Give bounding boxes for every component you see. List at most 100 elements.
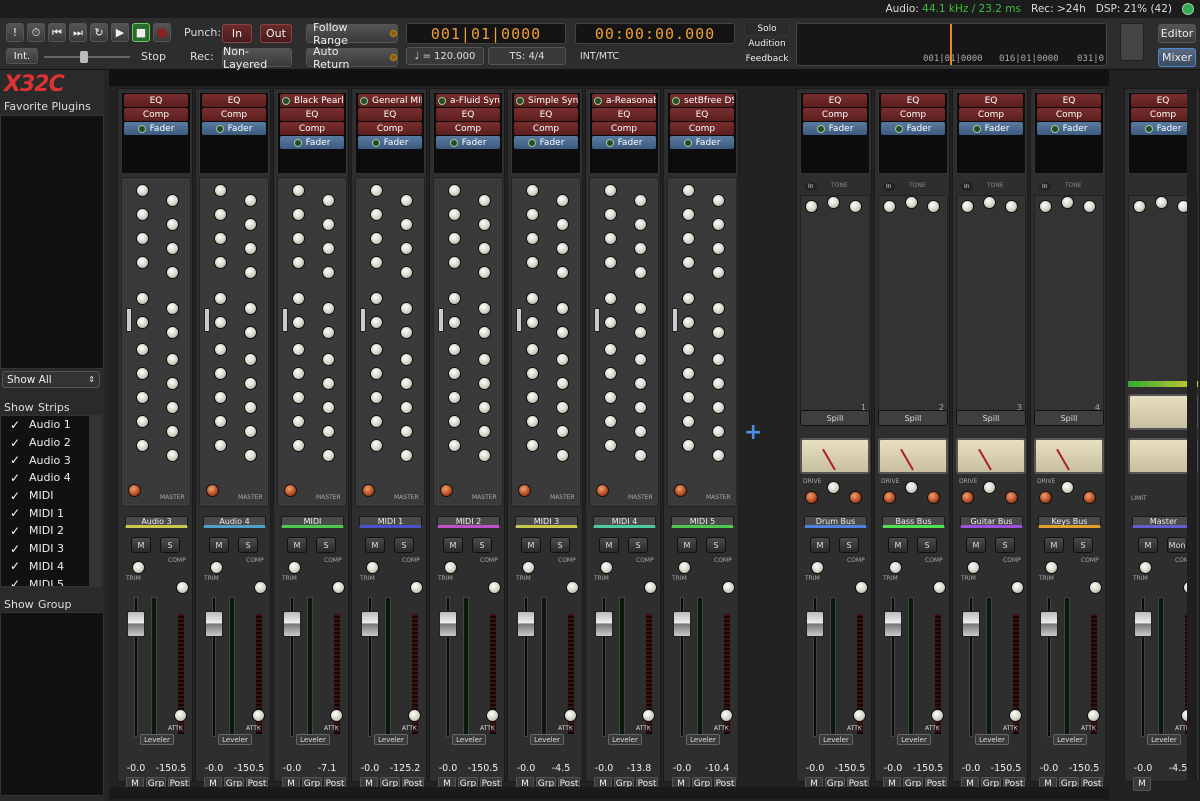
knob[interactable] <box>244 401 257 414</box>
mute-button[interactable]: M <box>966 537 986 553</box>
plugin-slot[interactable]: Fader <box>670 136 734 149</box>
mute-button[interactable]: M <box>131 537 151 553</box>
knob[interactable] <box>370 343 383 356</box>
knob[interactable] <box>136 232 149 245</box>
group-list[interactable] <box>0 612 104 796</box>
knob[interactable] <box>1155 196 1168 209</box>
gain-value[interactable]: -0.0 <box>879 761 907 775</box>
knob[interactable] <box>682 208 695 221</box>
knob[interactable] <box>136 343 149 356</box>
plugin-box[interactable]: EQ Comp Fader <box>800 92 870 174</box>
punch-in-button[interactable]: In <box>222 24 252 43</box>
plugin-slot[interactable]: Fader <box>280 136 344 149</box>
strip-list-item[interactable]: ✓ MIDI 2 <box>1 522 89 540</box>
knob[interactable] <box>370 184 383 197</box>
knob[interactable] <box>478 242 491 255</box>
strip-name-button[interactable]: MIDI 2 <box>437 516 500 528</box>
knob[interactable] <box>1061 196 1074 209</box>
knob[interactable] <box>556 194 569 207</box>
plugin-box[interactable]: EQ Comp Fader <box>878 92 948 174</box>
solo-strip-button[interactable]: S <box>706 537 726 553</box>
knob[interactable] <box>214 439 227 452</box>
add-strip-icon[interactable]: + <box>744 420 762 445</box>
knob[interactable] <box>322 302 335 315</box>
knob[interactable] <box>967 561 980 574</box>
knob[interactable] <box>556 218 569 231</box>
bbt-clock[interactable]: 001|01|0000 <box>406 23 566 44</box>
plugin-active-icon[interactable] <box>594 96 602 105</box>
strip-list-item[interactable]: ✓ MIDI 4 <box>1 558 89 576</box>
knob[interactable] <box>166 353 179 366</box>
plugin-slot[interactable]: Comp <box>514 122 578 135</box>
knob[interactable] <box>526 256 539 269</box>
knob[interactable] <box>556 425 569 438</box>
plugin-slot[interactable]: a-Reasonab <box>592 94 656 107</box>
mute-button[interactable]: M <box>209 537 229 553</box>
plugin-slot[interactable]: a-Fluid Synt <box>436 94 500 107</box>
knob[interactable] <box>518 484 531 497</box>
knob[interactable] <box>805 491 818 504</box>
knob[interactable] <box>678 561 691 574</box>
knob[interactable] <box>400 218 413 231</box>
knob[interactable] <box>210 561 223 574</box>
knob[interactable] <box>292 208 305 221</box>
plugin-active-icon[interactable] <box>816 124 825 133</box>
knob[interactable] <box>931 709 944 722</box>
knob[interactable] <box>214 391 227 404</box>
filter-switch[interactable] <box>204 308 210 332</box>
gain-value[interactable]: -0.0 <box>957 761 985 775</box>
knob[interactable] <box>853 709 866 722</box>
knob[interactable] <box>400 401 413 414</box>
knob[interactable] <box>526 292 539 305</box>
knob[interactable] <box>682 184 695 197</box>
knob[interactable] <box>712 242 725 255</box>
plugin-box[interactable]: Black Pearl EQ Comp Fader <box>277 92 347 174</box>
strips-list[interactable]: ✓ Audio 1 ✓ Audio 2 ✓ Audio 3 ✓ Audio 4 ✓ MIDI ✓ MI… <box>0 415 90 587</box>
plugin-slot[interactable]: Comp <box>959 108 1023 121</box>
gain-fader[interactable] <box>962 611 980 637</box>
knob[interactable] <box>176 581 189 594</box>
knob[interactable] <box>961 491 974 504</box>
knob[interactable] <box>682 415 695 428</box>
goto-end-icon[interactable]: ⏭ <box>69 23 87 42</box>
solo-strip-button[interactable]: S <box>472 537 492 553</box>
knob[interactable] <box>1045 561 1058 574</box>
auto-return-button[interactable]: Auto Return <box>306 45 398 71</box>
spill-button[interactable]: Spill <box>800 410 870 426</box>
knob[interactable] <box>292 415 305 428</box>
solo-strip-button[interactable]: S <box>394 537 414 553</box>
plugin-slot[interactable]: EQ <box>514 108 578 121</box>
plugin-slot[interactable]: EQ <box>670 108 734 121</box>
solo-strip-button[interactable]: S <box>628 537 648 553</box>
strip-list-item[interactable]: ✓ MIDI 1 <box>1 504 89 522</box>
mute-button[interactable]: M <box>677 537 697 553</box>
plugin-slot[interactable]: Fader <box>358 136 422 149</box>
knob[interactable] <box>444 561 457 574</box>
filter-switch[interactable] <box>126 308 132 332</box>
knob[interactable] <box>214 343 227 356</box>
knob[interactable] <box>712 425 725 438</box>
knob[interactable] <box>604 292 617 305</box>
knob[interactable] <box>712 353 725 366</box>
strip-list-item[interactable]: ✓ Audio 4 <box>1 469 89 487</box>
knob[interactable] <box>370 316 383 329</box>
leveler-button[interactable]: Leveler <box>296 734 330 745</box>
knob[interactable] <box>132 561 145 574</box>
meter-point-button[interactable]: M <box>1133 777 1151 791</box>
solo-strip-button[interactable]: S <box>995 537 1015 553</box>
knob[interactable] <box>292 232 305 245</box>
knob[interactable] <box>322 194 335 207</box>
knob[interactable] <box>811 561 824 574</box>
time-signature-display[interactable]: TS: 4/4 <box>488 47 566 65</box>
knob[interactable] <box>400 449 413 462</box>
plugin-slot[interactable]: EQ <box>803 94 867 107</box>
knob[interactable] <box>370 292 383 305</box>
shuttle-handle[interactable] <box>80 51 88 63</box>
plugin-slot[interactable]: Fader <box>803 122 867 135</box>
knob[interactable] <box>478 218 491 231</box>
knob[interactable] <box>720 709 733 722</box>
knob[interactable] <box>488 581 501 594</box>
gain-value[interactable]: -0.0 <box>200 761 228 775</box>
knob[interactable] <box>440 484 453 497</box>
knob[interactable] <box>564 709 577 722</box>
